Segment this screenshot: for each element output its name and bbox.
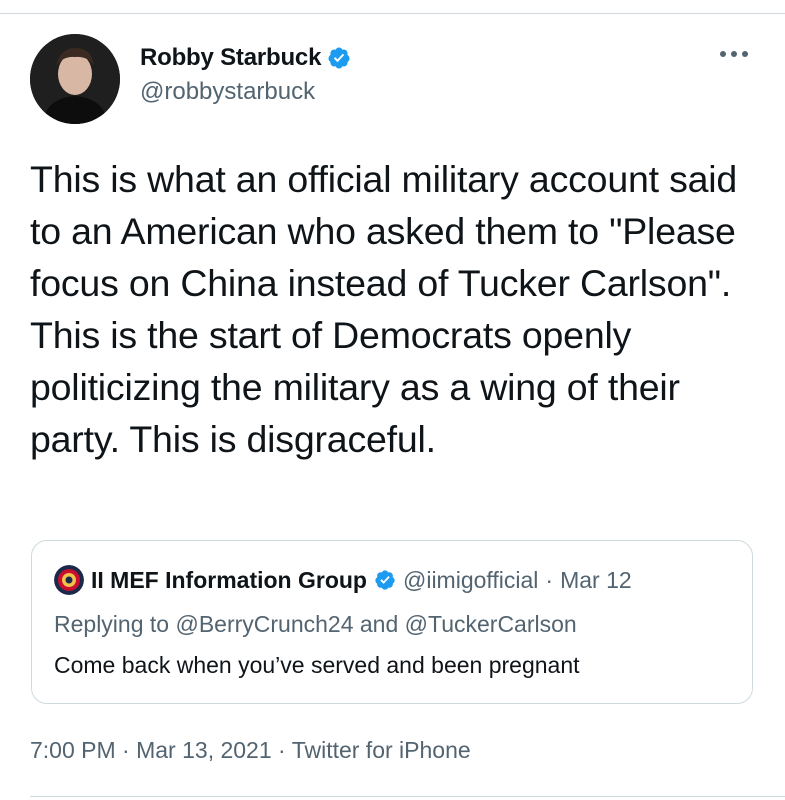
replying-to-and: and — [359, 611, 399, 637]
tweet-date[interactable]: Mar 13, 2021 — [136, 737, 272, 763]
meta-separator: · — [122, 737, 130, 763]
quoted-replying-to: Replying to @BerryCrunch24 and @TuckerCa… — [54, 611, 577, 638]
verified-badge-icon — [328, 47, 350, 69]
quoted-display-name[interactable]: II MEF Information Group — [91, 567, 367, 594]
quoted-handle[interactable]: @iimigofficial — [403, 567, 538, 594]
quoted-date[interactable]: Mar 12 — [560, 567, 632, 594]
author-block: Robby Starbuck @robbystarbuck — [140, 44, 351, 106]
meta-separator: · — [278, 737, 286, 763]
top-divider — [0, 13, 785, 14]
quoted-separator: · — [545, 566, 554, 593]
tweet-text: This is what an official military accoun… — [30, 158, 738, 460]
bottom-divider — [30, 796, 785, 797]
mef-emblem-icon — [54, 565, 84, 595]
verified-badge-icon — [375, 570, 395, 590]
author-handle[interactable]: @robbystarbuck — [140, 78, 351, 106]
mention-link[interactable]: @BerryCrunch24 — [175, 611, 353, 637]
replying-to-label: Replying to — [54, 611, 170, 637]
tweet-time[interactable]: 7:00 PM — [30, 737, 116, 763]
tweet-metadata: 7:00 PM · Mar 13, 2021 · Twitter for iPh… — [30, 737, 471, 764]
tweet-header: Robby Starbuck @robbystarbuck — [30, 34, 765, 126]
profile-photo-icon — [30, 34, 120, 124]
author-display-name[interactable]: Robby Starbuck — [140, 44, 321, 72]
tweet-source[interactable]: Twitter for iPhone — [292, 737, 471, 763]
quoted-tweet-header: II MEF Information Group @iimigofficial … — [54, 565, 632, 595]
avatar[interactable] — [30, 34, 120, 124]
author-name-row: Robby Starbuck — [140, 44, 351, 72]
quoted-tweet-text: Come back when you’ve served and been pr… — [54, 652, 580, 678]
more-options-icon[interactable] — [717, 46, 751, 62]
quoted-tweet[interactable]: II MEF Information Group @iimigofficial … — [31, 540, 753, 704]
mention-link[interactable]: @TuckerCarlson — [405, 611, 577, 637]
